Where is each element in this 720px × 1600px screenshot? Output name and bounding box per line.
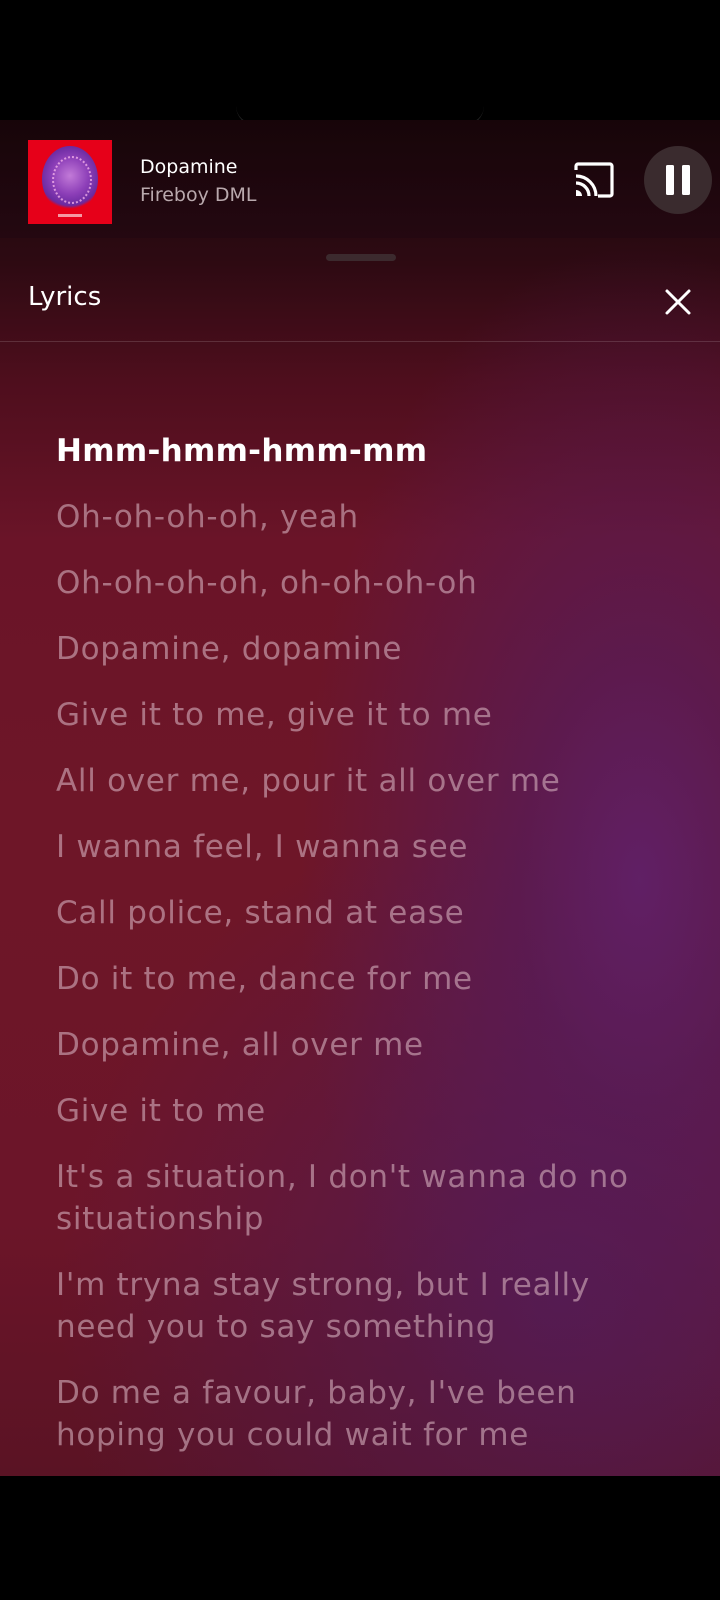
lyric-line[interactable]: I wanna feel, I wanna see	[56, 826, 666, 868]
mini-player[interactable]: Dopamine Fireboy DML	[0, 120, 720, 238]
status-bar	[0, 0, 720, 126]
lyric-line[interactable]: Do it to me, dance for me	[56, 958, 666, 1000]
lyrics-header: Lyrics	[0, 248, 720, 342]
lyric-line[interactable]: I'm tryna stay strong, but I really need…	[56, 1264, 666, 1348]
lyrics-title: Lyrics	[28, 282, 102, 312]
lyric-line[interactable]: All over me, pour it all over me	[56, 760, 666, 802]
lyric-line[interactable]: Oh-oh-oh-oh, oh-oh-oh-oh	[56, 562, 666, 604]
lyrics-list: Hmm-hmm-hmm-mm Oh-oh-oh-oh, yeah Oh-oh-o…	[56, 430, 666, 1476]
lyric-line[interactable]: Call police, stand at ease	[56, 892, 666, 934]
pause-icon	[666, 165, 690, 195]
lyric-line[interactable]: Give it to me, give it to me	[56, 694, 666, 736]
close-button[interactable]	[654, 278, 702, 326]
song-title[interactable]: Dopamine	[140, 156, 237, 178]
lyric-line[interactable]: Do me a favour, baby, I've been hoping y…	[56, 1372, 666, 1456]
lyric-line-active[interactable]: Hmm-hmm-hmm-mm	[56, 430, 666, 472]
album-art-graphic	[42, 146, 98, 212]
lyric-line[interactable]: Dopamine, all over me	[56, 1024, 666, 1066]
cast-icon	[574, 162, 614, 198]
close-icon	[665, 289, 691, 315]
album-art-caption	[58, 214, 82, 217]
lyric-line[interactable]: It's a situation, I don't wanna do no si…	[56, 1156, 666, 1240]
lyrics-scroll-area[interactable]: Hmm-hmm-hmm-mm Oh-oh-oh-oh, yeah Oh-oh-o…	[0, 343, 720, 1476]
song-artist[interactable]: Fireboy DML	[140, 184, 257, 206]
screen: Dopamine Fireboy DML Lyrics Hmm-hmm-hmm-…	[0, 0, 720, 1600]
cast-button[interactable]	[570, 156, 618, 204]
pause-button[interactable]	[644, 146, 712, 214]
lyric-line[interactable]: Give it to me	[56, 1090, 666, 1132]
system-nav-area	[0, 1476, 720, 1600]
lyric-line[interactable]: Dopamine, dopamine	[56, 628, 666, 670]
lyric-line[interactable]: Oh-oh-oh-oh, yeah	[56, 496, 666, 538]
album-art[interactable]	[28, 140, 112, 224]
music-app: Dopamine Fireboy DML Lyrics Hmm-hmm-hmm-…	[0, 120, 720, 1476]
